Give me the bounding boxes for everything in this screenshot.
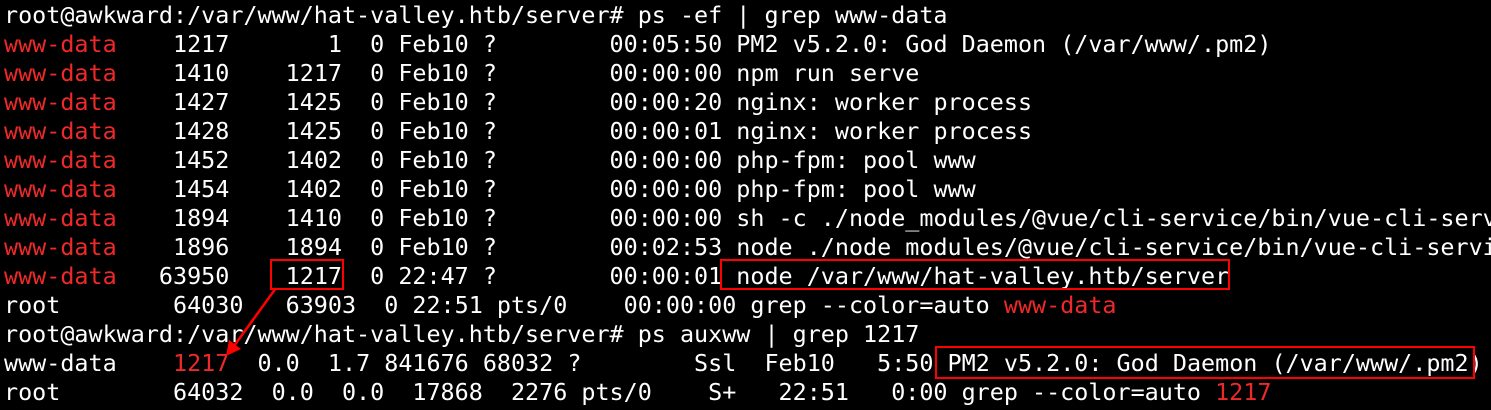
terminal-text: www-data bbox=[4, 349, 173, 377]
grep-match-text: www-data bbox=[4, 88, 117, 116]
grep-match-text: www-data bbox=[4, 233, 117, 261]
grep-match-text: www-data bbox=[1003, 291, 1117, 319]
terminal-window[interactable]: root@awkward:/var/www/hat-valley.htb/ser… bbox=[4, 1, 1491, 409]
terminal-text: root 64032 0.0 0.0 17868 2276 pts/0 S+ 2… bbox=[4, 378, 1216, 406]
terminal-text: 1452 1402 0 Feb10 ? 00:00:00 php-fpm: po… bbox=[116, 146, 976, 174]
grep-match-text: www-data bbox=[4, 59, 117, 87]
terminal-line: root 64032 0.0 0.0 17868 2276 pts/0 S+ 2… bbox=[4, 378, 1491, 407]
terminal-text: 0.0 1.7 841676 68032 ? Ssl Feb10 5:50 PM… bbox=[229, 349, 1483, 377]
terminal-line: www-data 1896 1894 0 Feb10 ? 00:02:53 no… bbox=[4, 233, 1491, 262]
terminal-line: www-data 1428 1425 0 Feb10 ? 00:00:01 ng… bbox=[4, 117, 1491, 146]
terminal-text: 1894 1410 0 Feb10 ? 00:00:00 sh -c ./nod… bbox=[116, 204, 1491, 232]
grep-match-text: 1217 bbox=[173, 349, 230, 377]
terminal-text: 63950 1217 0 22:47 ? 00:00:01 node /var/… bbox=[116, 262, 1230, 290]
grep-match-text: www-data bbox=[4, 117, 117, 145]
grep-match-text: www-data bbox=[4, 175, 117, 203]
terminal-line: root@awkward:/var/www/hat-valley.htb/ser… bbox=[4, 1, 1491, 30]
terminal-line: www-data 1217 1 0 Feb10 ? 00:05:50 PM2 v… bbox=[4, 30, 1491, 59]
terminal-text: 1454 1402 0 Feb10 ? 00:00:00 php-fpm: po… bbox=[116, 175, 976, 203]
terminal-line: root 64030 63903 0 22:51 pts/0 00:00:00 … bbox=[4, 291, 1491, 320]
terminal-line: www-data 1427 1425 0 Feb10 ? 00:00:20 ng… bbox=[4, 88, 1491, 117]
terminal-line: www-data 1454 1402 0 Feb10 ? 00:00:00 ph… bbox=[4, 175, 1491, 204]
terminal-line: root@awkward:/var/www/hat-valley.htb/ser… bbox=[4, 320, 1491, 349]
terminal-text: 1427 1425 0 Feb10 ? 00:00:20 nginx: work… bbox=[116, 88, 1033, 116]
terminal-text: root 64030 63903 0 22:51 pts/0 00:00:00 … bbox=[4, 291, 1004, 319]
terminal-line: www-data 63950 1217 0 22:47 ? 00:00:01 n… bbox=[4, 262, 1491, 291]
terminal-text: 1428 1425 0 Feb10 ? 00:00:01 nginx: work… bbox=[116, 117, 1033, 145]
grep-match-text: www-data bbox=[4, 204, 117, 232]
terminal-line: www-data 1894 1410 0 Feb10 ? 00:00:00 sh… bbox=[4, 204, 1491, 233]
grep-match-text: www-data bbox=[4, 262, 117, 290]
terminal-text: 1896 1894 0 Feb10 ? 00:02:53 node ./node… bbox=[116, 233, 1491, 261]
terminal-line: www-data 1452 1402 0 Feb10 ? 00:00:00 ph… bbox=[4, 146, 1491, 175]
terminal-line: www-data 1217 0.0 1.7 841676 68032 ? Ssl… bbox=[4, 349, 1491, 378]
terminal-text: 1410 1217 0 Feb10 ? 00:00:00 npm run ser… bbox=[116, 59, 920, 87]
terminal-text: 1217 1 0 Feb10 ? 00:05:50 PM2 v5.2.0: Go… bbox=[116, 30, 1272, 58]
terminal-text: root@awkward:/var/www/hat-valley.htb/ser… bbox=[4, 1, 948, 29]
grep-match-text: www-data bbox=[4, 146, 117, 174]
grep-match-text: www-data bbox=[4, 30, 117, 58]
terminal-line: www-data 1410 1217 0 Feb10 ? 00:00:00 np… bbox=[4, 59, 1491, 88]
terminal-text: root@awkward:/var/www/hat-valley.htb/ser… bbox=[4, 320, 920, 348]
grep-match-text: 1217 bbox=[1215, 378, 1272, 406]
